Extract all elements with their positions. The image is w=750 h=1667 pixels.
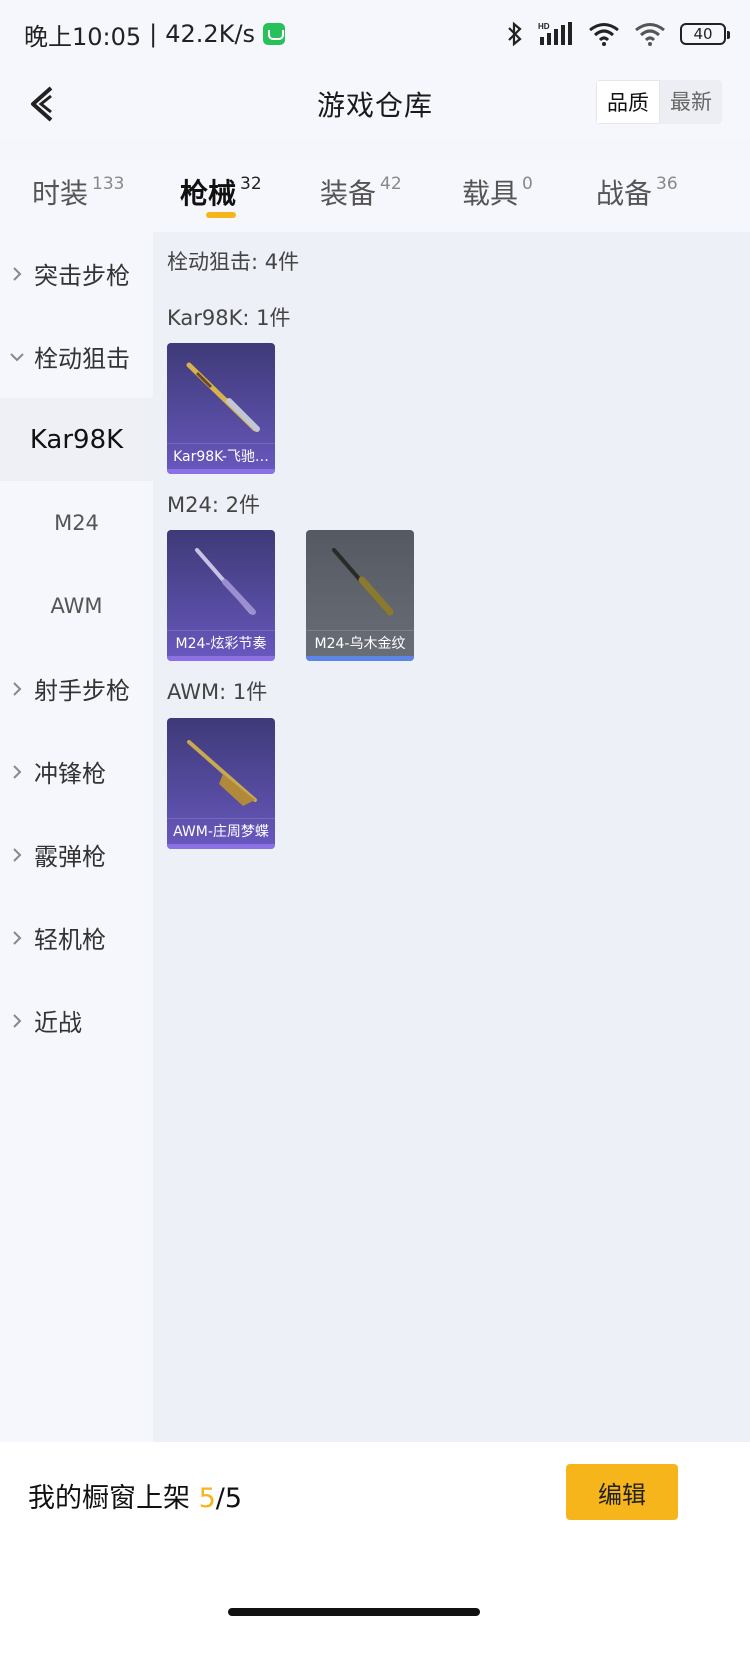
signal-icon: HD — [538, 21, 574, 47]
chevron-right-icon — [0, 681, 34, 697]
home-indicator[interactable] — [228, 1608, 480, 1616]
tab-label: 载具 — [462, 177, 519, 210]
rifle-image — [332, 548, 394, 616]
back-button[interactable] — [18, 80, 66, 128]
rarity-bar — [167, 656, 275, 661]
chevron-right-icon — [0, 930, 34, 946]
sidebar-subitem-label: AWM — [50, 593, 103, 618]
tab-vehicles[interactable]: 载具 0 — [462, 172, 533, 212]
tab-count: 0 — [522, 174, 533, 194]
chevron-right-icon — [0, 764, 34, 780]
showcase-total: 5 — [224, 1483, 243, 1514]
tab-label: 时装 — [32, 177, 89, 210]
group-label-kar98k: Kar98K: 1件 — [167, 306, 291, 330]
bluetooth-icon — [506, 21, 524, 47]
sort-toggle: 品质 最新 — [596, 80, 722, 124]
chevron-right-icon — [0, 847, 34, 863]
sidebar-item-shotguns[interactable]: 霰弹枪 — [0, 813, 153, 896]
sidebar-item-label: 轻机枪 — [34, 926, 106, 954]
tab-fashion[interactable]: 时装 133 — [32, 172, 124, 212]
tab-label: 枪械 — [180, 177, 237, 210]
item-card[interactable]: Kar98K-飞驰… — [167, 343, 275, 474]
sidebar-subitem-label: Kar98K — [29, 424, 124, 455]
sidebar-item-label: 栓动狙击 — [34, 345, 130, 373]
tab-equipment[interactable]: 装备 42 — [320, 172, 402, 212]
sidebar-subitem-kar98k[interactable]: Kar98K — [0, 398, 153, 481]
sidebar-subitem-awm[interactable]: AWM — [0, 564, 153, 647]
sidebar-item-assault-rifles[interactable]: 突击步枪 — [0, 232, 153, 315]
tab-supplies[interactable]: 战备 36 — [596, 172, 678, 212]
rifle-image — [186, 362, 260, 432]
tab-count: 42 — [380, 174, 402, 194]
chevron-down-icon — [0, 352, 34, 362]
tab-label: 装备 — [320, 177, 377, 210]
status-left: 晚上10:05 | 42.2K/s — [24, 17, 286, 52]
sidebar-item-label: 射手步枪 — [34, 677, 130, 705]
sidebar: 突击步枪 栓动狙击 Kar98K M24 AWM 射手步枪 冲锋枪 霰弹枪 轻机… — [0, 232, 153, 1442]
sidebar-item-lmg[interactable]: 轻机枪 — [0, 896, 153, 979]
sidebar-item-smg[interactable]: 冲锋枪 — [0, 730, 153, 813]
showcase-status: 我的橱窗上架 5/5 — [28, 1476, 242, 1515]
sidebar-item-label: 突击步枪 — [34, 262, 130, 290]
item-name: Kar98K-飞驰… — [167, 443, 275, 469]
sidebar-subitem-m24[interactable]: M24 — [0, 481, 153, 564]
network-speed: 42.2K/s — [165, 20, 256, 48]
sidebar-item-label: 冲锋枪 — [34, 760, 106, 788]
item-card[interactable]: M24-炫彩节奏 — [167, 530, 275, 661]
category-tabs: 时装 133 枪械 32 装备 42 载具 0 战备 36 — [0, 160, 750, 232]
sidebar-item-label: 近战 — [34, 1009, 82, 1037]
tab-count: 133 — [92, 174, 125, 194]
item-name: AWM-庄周梦蝶 — [167, 818, 275, 844]
status-bar: 晚上10:05 | 42.2K/s HD 40 — [0, 0, 750, 68]
hd-label: HD — [538, 22, 550, 31]
rarity-bar — [167, 469, 275, 474]
sort-option-latest[interactable]: 最新 — [660, 80, 722, 124]
battery-icon: 40 — [680, 23, 730, 45]
tab-label: 战备 — [596, 177, 653, 210]
showcase-count: 5 — [198, 1483, 216, 1514]
wifi-icon — [588, 21, 620, 47]
tab-count: 36 — [656, 174, 678, 194]
status-separator: | — [149, 20, 158, 48]
status-right: HD 40 — [506, 21, 730, 47]
item-card[interactable]: M24-乌木金纹 — [306, 530, 414, 661]
status-time: 晚上10:05 — [24, 22, 142, 51]
inventory-content: 栓动狙击: 4件 Kar98K: 1件 Kar98K-飞驰… M24: 2件 M… — [153, 232, 750, 1442]
sort-option-quality[interactable]: 品质 — [596, 80, 660, 124]
sidebar-subitem-label: M24 — [54, 510, 99, 535]
chevron-right-icon — [0, 1013, 34, 1029]
chevron-right-icon — [0, 266, 34, 282]
bottom-bar: 我的橱窗上架 5/5 编辑 — [0, 1442, 750, 1667]
showcase-separator: / — [215, 1483, 225, 1514]
sidebar-item-bolt-action[interactable]: 栓动狙击 — [0, 315, 153, 398]
chevron-left-icon — [31, 86, 53, 122]
rifle-image — [187, 740, 257, 806]
active-tab-indicator — [206, 212, 236, 218]
app-notification-icon — [263, 23, 286, 45]
edit-button[interactable]: 编辑 — [566, 1464, 678, 1520]
item-card[interactable]: AWM-庄周梦蝶 — [167, 718, 275, 849]
sidebar-item-marksman-rifles[interactable]: 射手步枪 — [0, 647, 153, 730]
battery-level: 40 — [693, 25, 713, 43]
page-title: 游戏仓库 — [316, 89, 433, 122]
wifi-secondary-icon — [634, 21, 666, 47]
group-label-awm: AWM: 1件 — [167, 680, 268, 704]
group-label-m24: M24: 2件 — [167, 493, 260, 517]
item-name: M24-乌木金纹 — [306, 630, 414, 656]
rifle-image — [195, 548, 256, 615]
sidebar-item-melee[interactable]: 近战 — [0, 979, 153, 1062]
tab-count: 32 — [240, 174, 262, 194]
showcase-label: 我的橱窗上架 — [28, 1483, 190, 1514]
category-summary: 栓动狙击: 4件 — [167, 250, 300, 274]
tab-firearms[interactable]: 枪械 32 — [180, 172, 262, 212]
item-name: M24-炫彩节奏 — [167, 630, 275, 656]
rarity-bar — [306, 656, 414, 661]
header: 游戏仓库 品质 最新 — [0, 68, 750, 140]
sidebar-item-label: 霰弹枪 — [34, 843, 106, 871]
rarity-bar — [167, 844, 275, 849]
